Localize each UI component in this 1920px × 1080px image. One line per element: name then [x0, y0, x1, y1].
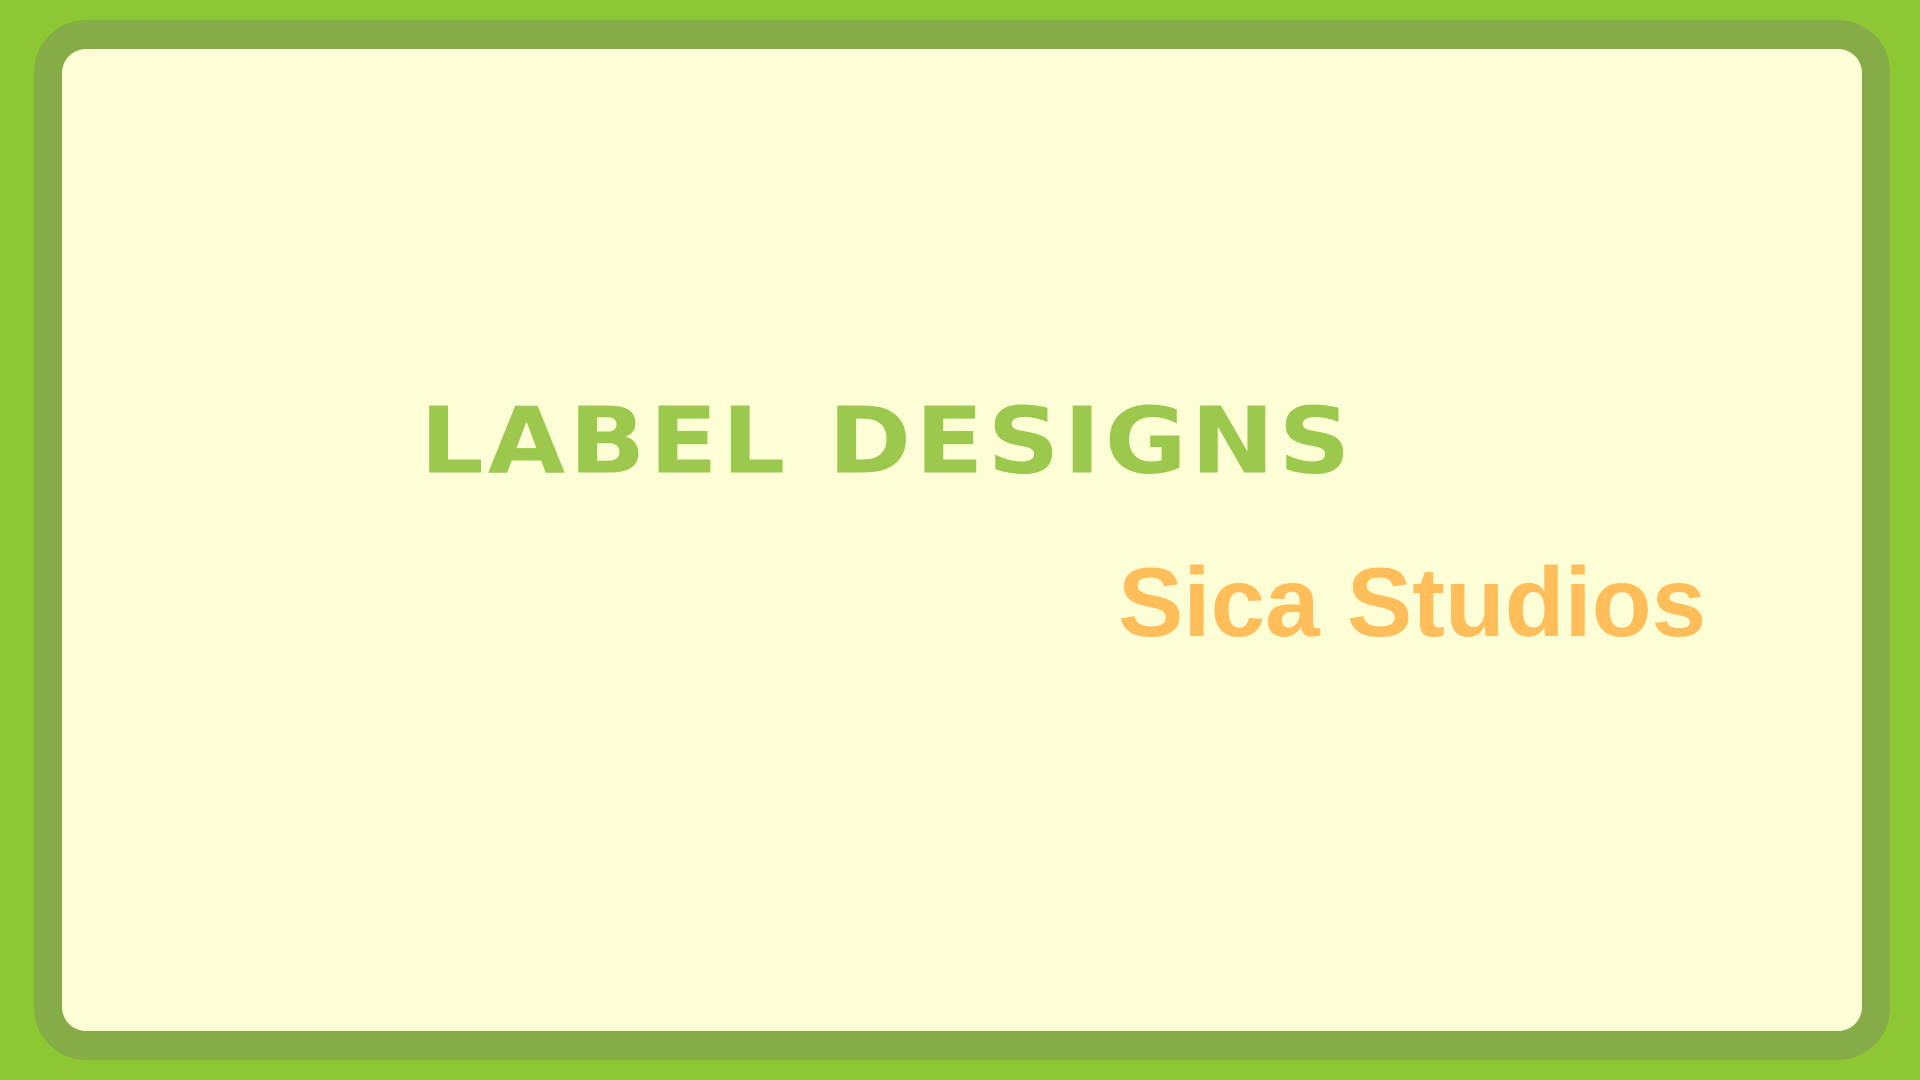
content-panel	[62, 49, 1862, 1031]
slide-subtitle: Sica Studios	[1118, 547, 1707, 657]
slide-title: LABEL DESIGNS	[420, 386, 1355, 495]
slide-canvas: LABEL DESIGNS Sica Studios	[0, 0, 1920, 1080]
